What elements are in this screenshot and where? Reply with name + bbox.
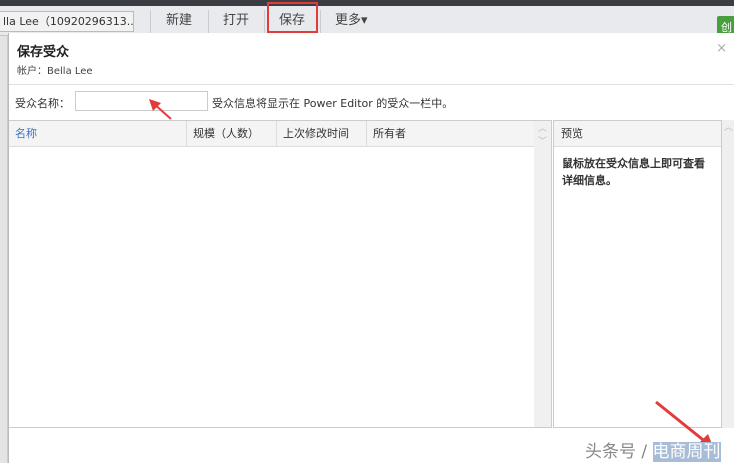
divider <box>208 10 209 34</box>
more-label: 更多 <box>335 13 362 28</box>
save-audience-dialog: 保存受众 帐户：Bella Lee × 受众名称： 受众信息将显示在 Power… <box>8 33 734 463</box>
divider <box>150 10 151 34</box>
new-button[interactable]: 新建 <box>166 10 192 34</box>
audience-name-input[interactable] <box>75 91 208 111</box>
annotation-arrow-icon <box>149 99 172 120</box>
watermark-brand: 电商周刊 <box>652 442 721 462</box>
account-label: lla Lee（10920296313... <box>3 15 134 28</box>
account-selector[interactable]: lla Lee（10920296313... ▾ <box>0 11 134 32</box>
save-highlight-box <box>267 2 318 33</box>
column-modified[interactable]: 上次修改时间 <box>276 121 366 147</box>
open-button[interactable]: 打开 <box>223 10 249 34</box>
table-header: 名称 规模（人数） 上次修改时间 所有者 <box>9 121 534 147</box>
watermark: 头条号 / 电商周刊 <box>585 437 721 462</box>
preview-panel: 预览 鼠标放在受众信息上即可查看详细信息。 <box>553 120 722 428</box>
preview-title: 预览 <box>554 121 721 147</box>
account-line: 帐户：Bella Lee <box>17 66 93 77</box>
dialog-title: 保存受众 <box>17 45 70 60</box>
audience-table: 名称 规模（人数） 上次修改时间 所有者 ︿ ﹀ <box>9 120 552 428</box>
column-owner[interactable]: 所有者 <box>366 121 534 147</box>
audience-name-label: 受众名称： <box>15 97 70 110</box>
watermark-prefix: 头条号 / <box>585 442 653 462</box>
more-menu[interactable]: 更多▾ <box>335 10 368 34</box>
toolbar: lla Lee（10920296313... ▾ 新建 打开 保存 更多▾ 创 <box>0 6 734 40</box>
divider <box>320 10 321 34</box>
divider <box>264 10 265 34</box>
table-scrollbar[interactable]: ︿ ﹀ <box>534 121 551 427</box>
background-panel <box>0 36 8 463</box>
close-icon[interactable]: × <box>716 41 727 56</box>
audience-name-hint: 受众信息将显示在 Power Editor 的受众一栏中。 <box>212 97 454 110</box>
preview-scrollbar[interactable]: ︿ <box>722 120 734 428</box>
column-size[interactable]: 规模（人数） <box>186 121 276 147</box>
divider <box>9 84 734 85</box>
preview-text: 鼠标放在受众信息上即可查看详细信息。 <box>562 157 705 187</box>
